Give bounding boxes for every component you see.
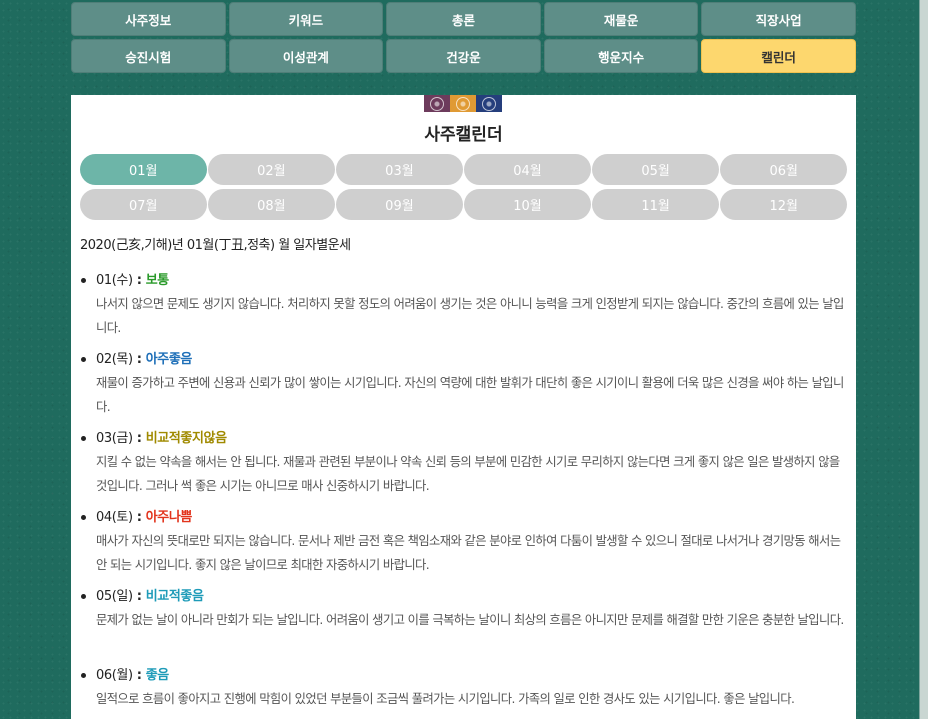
day-date: 04(토) <box>96 510 133 525</box>
day-rating: 아주좋음 <box>145 352 193 367</box>
nav-career[interactable]: 직장사업 <box>701 2 856 36</box>
day-separator: : <box>132 273 146 288</box>
nav-wealth[interactable]: 재물운 <box>543 2 699 36</box>
day-header: 05(일) : 비교적좋음 <box>96 587 850 606</box>
ornament-icon-purple <box>424 95 450 112</box>
ornament-icon-orange <box>450 95 476 112</box>
page-title: 사주캘린더 <box>424 125 503 145</box>
day-header: 02(목) : 아주좋음 <box>96 350 850 369</box>
day-rating: 보통 <box>145 273 170 288</box>
daily-fortune-list: 01(수) : 보통 나서지 않으면 문제도 생기지 않습니다. 처리하지 못할… <box>80 271 850 719</box>
day-date: 06(월) <box>96 668 133 683</box>
nav-overview[interactable]: 총론 <box>386 2 541 36</box>
decorative-icon-strip <box>424 95 502 112</box>
month-button-07[interactable]: 07월 <box>80 189 207 220</box>
month-button-02[interactable]: 02월 <box>208 154 335 185</box>
day-separator: : <box>132 668 146 683</box>
month-button-01[interactable]: 01월 <box>80 154 207 185</box>
ornament-icon-navy <box>476 95 502 112</box>
day-date: 03(금) <box>96 431 133 446</box>
day-separator: : <box>132 589 146 604</box>
day-description: 일적으로 흐름이 좋아지고 진행에 막힘이 있었던 부분들이 조금씩 풀려가는 … <box>96 692 795 706</box>
nav-calendar[interactable]: 캘린더 <box>701 39 856 73</box>
nav-relationship[interactable]: 이성관계 <box>228 39 384 73</box>
nav-keyword[interactable]: 키워드 <box>228 2 384 36</box>
list-item: 05(일) : 비교적좋음 문제가 없는 날이 아니라 만회가 되는 날입니다.… <box>80 587 850 666</box>
day-header: 03(금) : 비교적좋지않음 <box>96 429 850 448</box>
calendar-panel: 사주캘린더 01월 02월 03월 04월 05월 06월 07월 08월 09… <box>71 95 856 719</box>
day-date: 05(일) <box>96 589 133 604</box>
list-item: 03(금) : 비교적좋지않음 지킬 수 없는 약속을 해서는 안 됩니다. 재… <box>80 429 850 508</box>
day-header: 06(월) : 좋음 <box>96 666 850 685</box>
day-rating: 좋음 <box>145 668 170 683</box>
day-separator: : <box>132 510 146 525</box>
month-heading: 2020(己亥,기해)년 01월(丁丑,정축) 월 일자별운세 <box>80 238 351 253</box>
day-description: 지킬 수 없는 약속을 해서는 안 됩니다. 재물과 관련된 부분이나 약속 신… <box>96 455 840 493</box>
list-item: 06(월) : 좋음 일적으로 흐름이 좋아지고 진행에 막힘이 있었던 부분들… <box>80 666 850 719</box>
day-header: 04(토) : 아주나쁨 <box>96 508 850 527</box>
nav-saju-info[interactable]: 사주정보 <box>71 2 226 36</box>
nav-health[interactable]: 건강운 <box>386 39 541 73</box>
list-item: 01(수) : 보통 나서지 않으면 문제도 생기지 않습니다. 처리하지 못할… <box>80 271 850 350</box>
nav-row-2: 승진시험 이성관계 건강운 행운지수 캘린더 <box>71 39 856 73</box>
fortune-nav: 사주정보 키워드 총론 재물운 직장사업 승진시험 이성관계 건강운 행운지수 … <box>71 0 856 76</box>
day-description: 재물이 증가하고 주변에 신용과 신뢰가 많이 쌓이는 시기입니다. 자신의 역… <box>96 376 844 414</box>
day-rating: 아주나쁨 <box>145 510 193 525</box>
list-item: 04(토) : 아주나쁨 매사가 자신의 뜻대로만 되지는 않습니다. 문서나 … <box>80 508 850 587</box>
nav-promotion-exam[interactable]: 승진시험 <box>71 39 226 73</box>
month-button-04[interactable]: 04월 <box>464 154 591 185</box>
day-rating: 비교적좋음 <box>145 589 204 604</box>
day-rating: 비교적좋지않음 <box>145 431 227 446</box>
month-selector: 01월 02월 03월 04월 05월 06월 07월 08월 09월 10월 … <box>80 154 847 220</box>
day-date: 01(수) <box>96 273 133 288</box>
day-header: 01(수) : 보통 <box>96 271 850 290</box>
list-item: 02(목) : 아주좋음 재물이 증가하고 주변에 신용과 신뢰가 많이 쌓이는… <box>80 350 850 429</box>
month-button-03[interactable]: 03월 <box>336 154 463 185</box>
day-date: 02(목) <box>96 352 133 367</box>
day-description: 문제가 없는 날이 아니라 만회가 되는 날입니다. 어려움이 생기고 이를 극… <box>96 613 844 627</box>
day-separator: : <box>132 352 146 367</box>
nav-row-1: 사주정보 키워드 총론 재물운 직장사업 <box>71 2 856 36</box>
month-button-12[interactable]: 12월 <box>720 189 847 220</box>
nav-lucky-index[interactable]: 행운지수 <box>543 39 699 73</box>
day-description: 나서지 않으면 문제도 생기지 않습니다. 처리하지 못할 정도의 어려움이 생… <box>96 297 844 335</box>
month-button-11[interactable]: 11월 <box>592 189 719 220</box>
month-button-05[interactable]: 05월 <box>592 154 719 185</box>
day-description: 매사가 자신의 뜻대로만 되지는 않습니다. 문서나 제반 금전 혹은 책임소재… <box>96 534 841 572</box>
day-separator: : <box>132 431 146 446</box>
month-button-09[interactable]: 09월 <box>336 189 463 220</box>
month-button-06[interactable]: 06월 <box>720 154 847 185</box>
month-button-10[interactable]: 10월 <box>464 189 591 220</box>
right-scroll-edge <box>919 0 928 719</box>
month-button-08[interactable]: 08월 <box>208 189 335 220</box>
